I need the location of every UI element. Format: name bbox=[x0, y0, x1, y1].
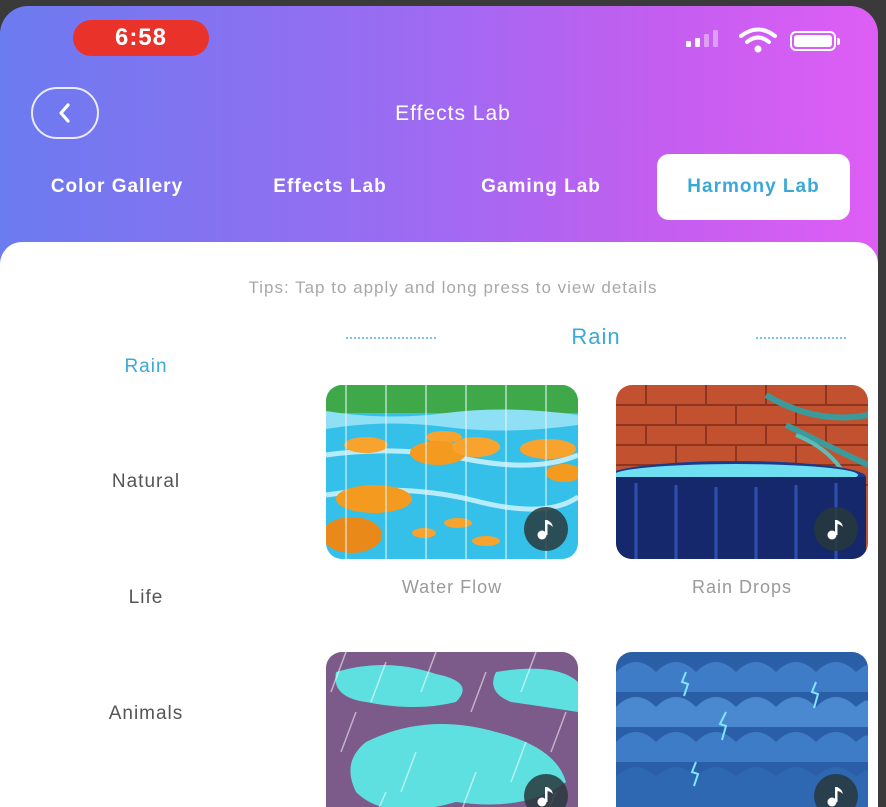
card-label: Rain Drops bbox=[691, 577, 793, 597]
page-title: Effects Lab bbox=[395, 102, 511, 125]
wifi-icon bbox=[739, 27, 777, 53]
music-note-icon bbox=[827, 787, 843, 807]
play-music-button[interactable] bbox=[814, 507, 858, 551]
water-flow-thumbnail bbox=[326, 385, 578, 559]
music-note-icon bbox=[827, 520, 843, 540]
sidebar-item-animals[interactable]: Animals bbox=[46, 703, 246, 725]
tab-color-gallery[interactable]: Color Gallery bbox=[22, 154, 212, 220]
puddle-thumbnail bbox=[326, 652, 578, 807]
rain-drops-thumbnail bbox=[616, 385, 868, 559]
sound-card-rain-drops[interactable]: Rain Drops bbox=[616, 385, 868, 598]
sidebar-item-life[interactable]: Life bbox=[46, 587, 246, 609]
tab-gaming-lab[interactable]: Gaming Lab bbox=[446, 154, 636, 220]
tips-text: Tips: Tap to apply and long press to vie… bbox=[248, 278, 658, 297]
content-panel: Tips: Tap to apply and long press to vie… bbox=[0, 242, 878, 807]
storm-thumbnail bbox=[616, 652, 868, 807]
music-note-icon bbox=[537, 787, 553, 807]
play-music-button[interactable] bbox=[524, 507, 568, 551]
section-header: Rain bbox=[346, 324, 846, 354]
divider-right bbox=[756, 337, 846, 339]
tab-harmony-lab[interactable]: Harmony Lab bbox=[657, 154, 850, 220]
signal-icon bbox=[686, 30, 718, 47]
status-bar: 6:58 bbox=[0, 6, 878, 70]
sidebar-item-natural[interactable]: Natural bbox=[46, 471, 246, 493]
status-time: 6:58 bbox=[73, 20, 209, 56]
sidebar-item-rain[interactable]: Rain bbox=[46, 356, 246, 378]
tab-effects-lab[interactable]: Effects Lab bbox=[236, 154, 424, 220]
sound-card-storm[interactable] bbox=[616, 652, 868, 807]
phone-screen: 6:58 Effects Lab Color Gallery Effects L… bbox=[0, 6, 878, 807]
card-label: Water Flow bbox=[401, 577, 503, 597]
music-note-icon bbox=[537, 520, 553, 540]
battery-icon bbox=[790, 31, 840, 51]
sound-card-puddle[interactable] bbox=[326, 652, 578, 807]
tab-bar: Color Gallery Effects Lab Gaming Lab Har… bbox=[0, 154, 878, 222]
sound-card-water-flow[interactable]: Water Flow bbox=[326, 385, 578, 598]
